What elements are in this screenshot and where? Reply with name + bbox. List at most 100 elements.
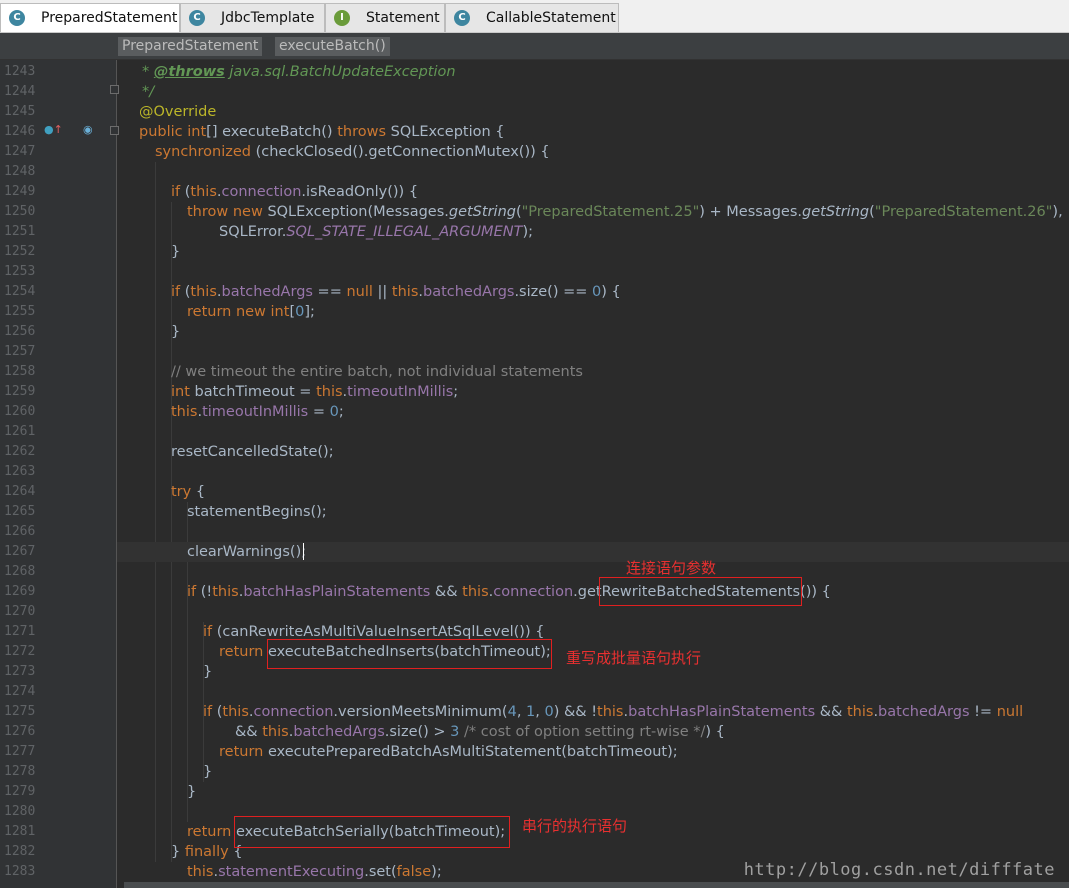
- code-line[interactable]: @Override: [117, 102, 1069, 122]
- code-text: statementBegins();: [187, 502, 327, 522]
- code-line[interactable]: try {: [117, 482, 1069, 502]
- code-line[interactable]: if (!this.batchHasPlainStatements && thi…: [117, 582, 1069, 602]
- code-line[interactable]: }: [117, 322, 1069, 342]
- code-line[interactable]: [117, 422, 1069, 442]
- code-text: SQLError.SQL_STATE_ILLEGAL_ARGUMENT);: [219, 222, 533, 242]
- code-token: SQLError.: [219, 224, 287, 240]
- code-line[interactable]: clearWarnings();: [117, 542, 1069, 562]
- code-token: .size() >: [384, 724, 451, 740]
- code-line[interactable]: [117, 462, 1069, 482]
- editor-tab-bar: C PreparedStatement C JdbcTemplate I Sta…: [0, 0, 1069, 33]
- code-line[interactable]: [117, 562, 1069, 582]
- code-text: synchronized (checkClosed().getConnectio…: [155, 142, 550, 162]
- code-text: return new int[0];: [187, 302, 315, 322]
- code-token: (canRewriteAsMultiValueInsertAtSqlLevel(…: [216, 624, 545, 640]
- code-token: }: [171, 844, 185, 860]
- code-line[interactable]: [117, 522, 1069, 542]
- code-line[interactable]: statementBegins();: [117, 502, 1069, 522]
- breadcrumb-class[interactable]: PreparedStatement: [118, 37, 263, 56]
- code-text: }: [203, 662, 212, 682]
- code-token: connection: [253, 704, 334, 720]
- text-cursor: [303, 543, 304, 560]
- code-text: this.statementExecuting.set(false);: [187, 862, 442, 882]
- annotation-note-rewrite-batch: 重写成批量语句执行: [566, 649, 702, 667]
- code-line[interactable]: return executePreparedBatchAsMultiStatem…: [117, 742, 1069, 762]
- code-line[interactable]: [117, 342, 1069, 362]
- code-line[interactable]: public int[] executeBatch() throws SQLEx…: [117, 122, 1069, 142]
- line-number: 1263: [4, 464, 36, 479]
- code-line[interactable]: if (this.connection.versionMeetsMinimum(…: [117, 702, 1069, 722]
- line-number: 1278: [4, 764, 36, 779]
- breadcrumb-method[interactable]: executeBatch(): [275, 37, 390, 56]
- code-token: java.sql.BatchUpdateException: [224, 64, 456, 80]
- code-line[interactable]: }: [117, 242, 1069, 262]
- line-number: 1271: [4, 624, 36, 639]
- code-text: public int[] executeBatch() throws SQLEx…: [139, 122, 505, 142]
- code-token: this: [316, 384, 343, 400]
- code-line[interactable]: throw new SQLException(Messages.getStrin…: [117, 202, 1069, 222]
- code-token: ;: [338, 404, 344, 420]
- code-token: }: [171, 324, 181, 340]
- code-line[interactable]: synchronized (checkClosed().getConnectio…: [117, 142, 1069, 162]
- watermark: http://blog.csdn.net/difffate: [743, 860, 1055, 880]
- code-line[interactable]: [117, 162, 1069, 182]
- code-line[interactable]: }: [117, 762, 1069, 782]
- line-number: 1277: [4, 744, 36, 759]
- annotation-note-connect-params: 连接语句参数: [626, 559, 717, 577]
- code-line[interactable]: * @throws java.sql.BatchUpdateException: [117, 62, 1069, 82]
- code-token: ) + Messages.: [699, 204, 803, 220]
- code-token: }: [187, 784, 197, 800]
- code-token: .versionMeetsMinimum(: [333, 704, 508, 720]
- code-token: "PreparedStatement.25": [521, 204, 700, 220]
- code-line[interactable]: SQLError.SQL_STATE_ILLEGAL_ARGUMENT);: [117, 222, 1069, 242]
- tab-preparedstatement[interactable]: C PreparedStatement: [0, 3, 180, 32]
- code-text: try {: [171, 482, 205, 502]
- line-number: 1268: [4, 564, 36, 579]
- tab-statement[interactable]: I Statement: [325, 3, 445, 32]
- code-line[interactable]: */: [117, 82, 1069, 102]
- code-line[interactable]: // we timeout the entire batch, not indi…: [117, 362, 1069, 382]
- line-number: 1249: [4, 184, 36, 199]
- code-token: this: [190, 184, 217, 200]
- code-line[interactable]: && this.batchedArgs.size() > 3 /* cost o…: [117, 722, 1069, 742]
- code-line[interactable]: resetCancelledState();: [117, 442, 1069, 462]
- code-token: false: [396, 864, 432, 880]
- code-line[interactable]: [117, 682, 1069, 702]
- code-token: statementExecuting: [218, 864, 365, 880]
- line-number: 1255: [4, 304, 36, 319]
- code-text: int batchTimeout = this.timeoutInMillis;: [171, 382, 458, 402]
- tab-callablestatement[interactable]: C CallableStatement: [445, 3, 619, 32]
- code-token: &&: [815, 704, 847, 720]
- code-line[interactable]: if (this.batchedArgs == null || this.bat…: [117, 282, 1069, 302]
- code-token: batchedArgs: [423, 284, 515, 300]
- line-number: 1253: [4, 264, 36, 279]
- code-token: (!: [200, 584, 213, 600]
- line-number: 1276: [4, 724, 36, 739]
- highlight-box-serial-exec: [234, 816, 510, 848]
- code-token: (): [321, 124, 338, 140]
- code-token: 0: [295, 304, 305, 320]
- code-line[interactable]: [117, 602, 1069, 622]
- code-line[interactable]: [117, 262, 1069, 282]
- code-token: &&: [430, 584, 463, 600]
- code-line[interactable]: this.timeoutInMillis = 0;: [117, 402, 1069, 422]
- class-icon: C: [9, 10, 25, 26]
- code-token: .set(: [364, 864, 397, 880]
- code-token: // we timeout the entire batch, not indi…: [171, 364, 583, 380]
- code-line[interactable]: if (this.connection.isReadOnly()) {: [117, 182, 1069, 202]
- tab-jdbctemplate[interactable]: C JdbcTemplate: [180, 3, 325, 32]
- code-line[interactable]: int batchTimeout = this.timeoutInMillis;: [117, 382, 1069, 402]
- code-token: !=: [969, 704, 997, 720]
- code-text: throw new SQLException(Messages.getStrin…: [187, 202, 1063, 222]
- code-line[interactable]: }: [117, 782, 1069, 802]
- code-line[interactable]: if (canRewriteAsMultiValueInsertAtSqlLev…: [117, 622, 1069, 642]
- code-text: }: [171, 322, 180, 342]
- horizontal-scrollbar[interactable]: [124, 882, 1069, 888]
- code-line[interactable]: return new int[0];: [117, 302, 1069, 322]
- code-token: null: [346, 284, 378, 300]
- code-editor[interactable]: * @throws java.sql.BatchUpdateException *…: [117, 60, 1069, 888]
- code-token: statementBegins();: [187, 504, 327, 520]
- line-number: 1265: [4, 504, 36, 519]
- overrides-method-icon[interactable]: ●↑: [44, 124, 63, 136]
- find-usages-icon[interactable]: ◉: [83, 124, 93, 136]
